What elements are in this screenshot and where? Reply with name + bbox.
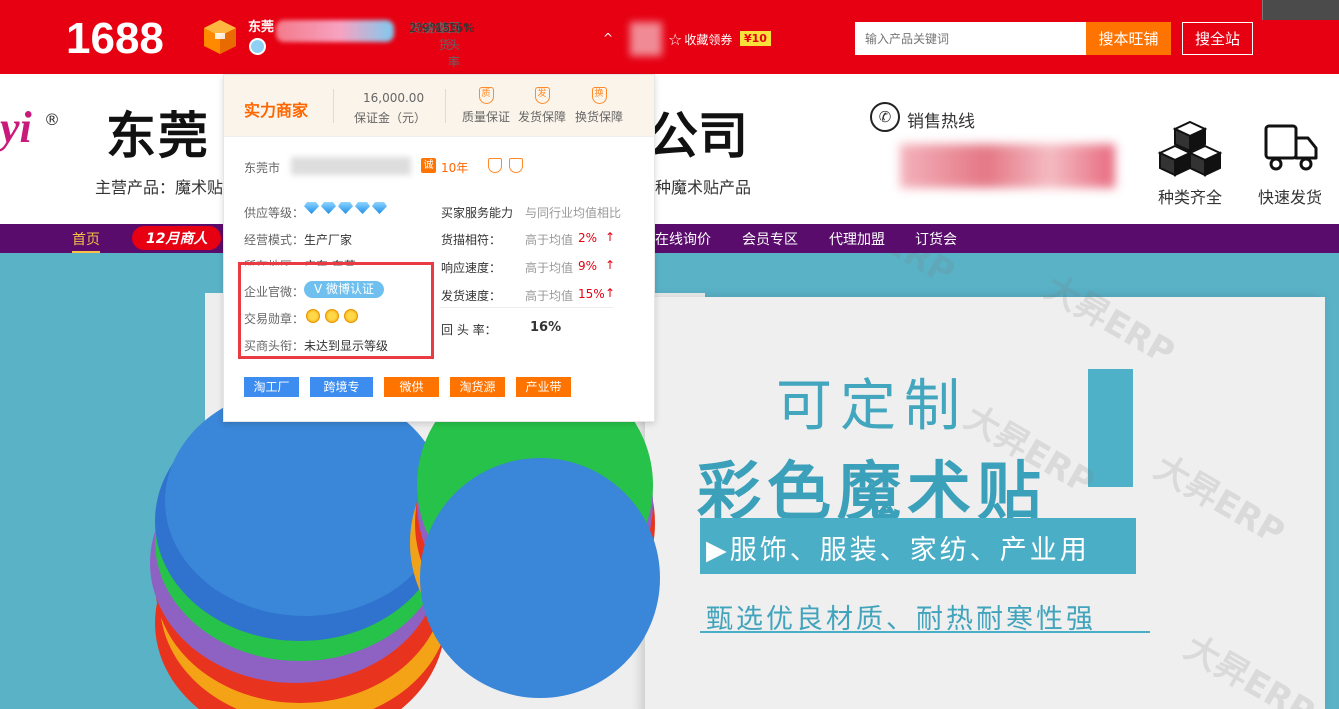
shipping-speed-pct: 15% xyxy=(578,287,605,301)
supply-level-label: 供应等级： xyxy=(244,206,305,220)
guarantee-label: 换货保障 xyxy=(574,110,623,124)
guarantee-shipping[interactable]: 发 发货保障 xyxy=(516,87,568,125)
diamond-icon xyxy=(321,202,336,214)
popup-header: 实力商家 16,000.00 保证金（元） 质 质量保证 发 发货保障 换 换货… xyxy=(224,75,654,137)
tag-weigong[interactable]: 微供 xyxy=(384,377,439,397)
up-arrow-icon: ↑ xyxy=(605,286,616,300)
registered-mark: ® xyxy=(44,110,60,129)
desc-match-label: 货描相符： xyxy=(441,233,502,247)
favorite-label: 收藏领券 xyxy=(684,33,733,47)
search-shop-button[interactable]: 搜本旺铺 xyxy=(1086,22,1171,55)
return-rate-label: 回 头 率： xyxy=(441,323,497,337)
feature-variety-label: 种类齐全 xyxy=(1157,188,1222,207)
shop-box-icon xyxy=(204,20,236,54)
shop-name[interactable]: 东莞 xyxy=(248,16,274,35)
diamond-icon xyxy=(355,202,370,214)
divider xyxy=(445,89,446,123)
response-speed-compare: 高于均值 xyxy=(525,261,574,275)
promo-badge[interactable]: 12月商人 xyxy=(132,226,222,250)
shield-icon[interactable] xyxy=(509,158,523,173)
top-bar: 1688 东莞 货描 2%↑ 响应 9%↑ 发货 15%↑ 回头率 16% ^ … xyxy=(0,0,1339,74)
watermark: 大昇ERP xyxy=(817,253,965,294)
nav-agency[interactable]: 代理加盟 xyxy=(829,229,885,249)
star-icon: ☆ xyxy=(668,30,683,49)
shipping-speed-label: 发货速度： xyxy=(441,289,502,303)
guarantee-label: 质量保证 xyxy=(461,110,510,124)
cubes-icon xyxy=(1157,120,1223,177)
deposit-value: 16,000.00 xyxy=(363,91,425,105)
nav-inquiry[interactable]: 在线询价 xyxy=(655,229,711,249)
hero-banner[interactable]: 可定制 彩色魔术贴 ▶服饰、服装、家纺、产业用 甄选优良材质、耐热耐寒性强 大昇… xyxy=(0,253,1339,709)
redacted-area xyxy=(630,22,662,56)
tag-taogongchang[interactable]: 淘工厂 xyxy=(244,377,299,397)
exchange-shield-icon: 换 xyxy=(591,87,607,104)
supplier-info-popup: 实力商家 16,000.00 保证金（元） 质 质量保证 发 发货保障 换 换货… xyxy=(223,74,655,422)
divider xyxy=(333,89,334,123)
divider xyxy=(439,307,614,308)
redacted-address xyxy=(291,157,411,175)
wangwang-chat-icon[interactable] xyxy=(249,38,266,55)
feature-shipping-label: 快速发货 xyxy=(1257,188,1322,207)
guarantee-quality[interactable]: 质 质量保证 xyxy=(460,87,512,125)
redacted-phone-number xyxy=(900,144,1115,188)
nav-members[interactable]: 会员专区 xyxy=(742,229,798,249)
banner-title-customizable: 可定制 xyxy=(776,374,968,439)
main-products: 主营产品：魔术贴 xyxy=(95,178,224,197)
diamond-icon xyxy=(304,202,319,214)
service-compare-note: 与同行业均值相比 xyxy=(525,206,622,220)
tag-cross-border[interactable]: 跨境专供 xyxy=(310,377,373,414)
response-speed-label: 响应速度： xyxy=(441,261,502,275)
shipping-speed-compare: 高于均值 xyxy=(525,289,574,303)
nav-home[interactable]: 首页 xyxy=(72,229,100,253)
guarantee-label: 发货保障 xyxy=(517,110,566,124)
service-ability-title: 买家服务能力 xyxy=(441,206,514,220)
business-mode-value: 生产厂家 xyxy=(304,233,353,247)
highlight-annotation-box xyxy=(238,262,434,359)
return-rate-value: 16% xyxy=(530,320,562,335)
main-products-tail: 种魔术贴产品 xyxy=(655,178,752,197)
up-arrow-icon: ↑ xyxy=(605,258,616,272)
collapse-chevron-icon[interactable]: ^ xyxy=(603,31,613,45)
quality-shield-icon: 质 xyxy=(478,87,494,104)
guarantee-exchange[interactable]: 换 换货保障 xyxy=(573,87,625,125)
banner-subtitle: ▶服饰、服装、家纺、产业用 xyxy=(706,535,1090,566)
search-input[interactable] xyxy=(855,22,1086,55)
feature-variety: 种类齐全 xyxy=(1155,120,1225,208)
feature-fast-shipping: 快速发货 xyxy=(1254,120,1326,208)
popup-title: 实力商家 xyxy=(244,101,309,120)
diamond-icon xyxy=(338,202,353,214)
coupon-badge[interactable]: ¥10 xyxy=(740,31,771,46)
company-name: 东莞 xyxy=(106,107,210,165)
diamond-icon xyxy=(372,202,387,214)
shipping-shield-icon: 发 xyxy=(534,87,550,104)
redacted-shop-name xyxy=(276,20,394,42)
shop-header: yi ® 东莞 公司 主营产品：魔术贴 种魔术贴产品 ✆ 销售热线 种类齐全 快… xyxy=(0,74,1339,224)
hotline-label: 销售热线 xyxy=(907,112,975,132)
site-logo[interactable]: 1688 xyxy=(66,14,164,64)
certified-icon[interactable] xyxy=(488,158,502,173)
location-prefix: 东莞市 xyxy=(244,161,281,175)
deposit-label: 保证金（元） xyxy=(354,111,427,125)
response-speed-pct: 9% xyxy=(578,259,598,273)
product-discs-image xyxy=(150,373,660,709)
membership-years: 10年 xyxy=(441,161,469,175)
favorite-coupon-link[interactable]: ☆ 收藏领券 xyxy=(668,30,732,49)
phone-icon: ✆ xyxy=(870,102,900,132)
business-mode-label: 经营模式： xyxy=(244,233,305,247)
desc-match-pct: 2% xyxy=(578,231,598,245)
search-site-button[interactable]: 搜全站 xyxy=(1182,22,1253,55)
truck-icon xyxy=(1264,124,1318,171)
banner-underline xyxy=(700,631,1150,633)
nav-order-fair[interactable]: 订货会 xyxy=(915,229,957,249)
tag-taohuoyuan[interactable]: 淘货源 xyxy=(450,377,505,397)
company-name-suffix: 公司 xyxy=(648,107,748,165)
window-edge xyxy=(1262,0,1339,20)
chengxintong-icon[interactable]: 诚 xyxy=(421,158,436,173)
supply-level-diamonds xyxy=(304,202,389,217)
up-arrow-icon: ↑ xyxy=(605,230,616,244)
tag-industry-belt[interactable]: 产业带 xyxy=(516,377,571,397)
desc-match-compare: 高于均值 xyxy=(525,233,574,247)
brand-logo: yi xyxy=(0,103,32,152)
